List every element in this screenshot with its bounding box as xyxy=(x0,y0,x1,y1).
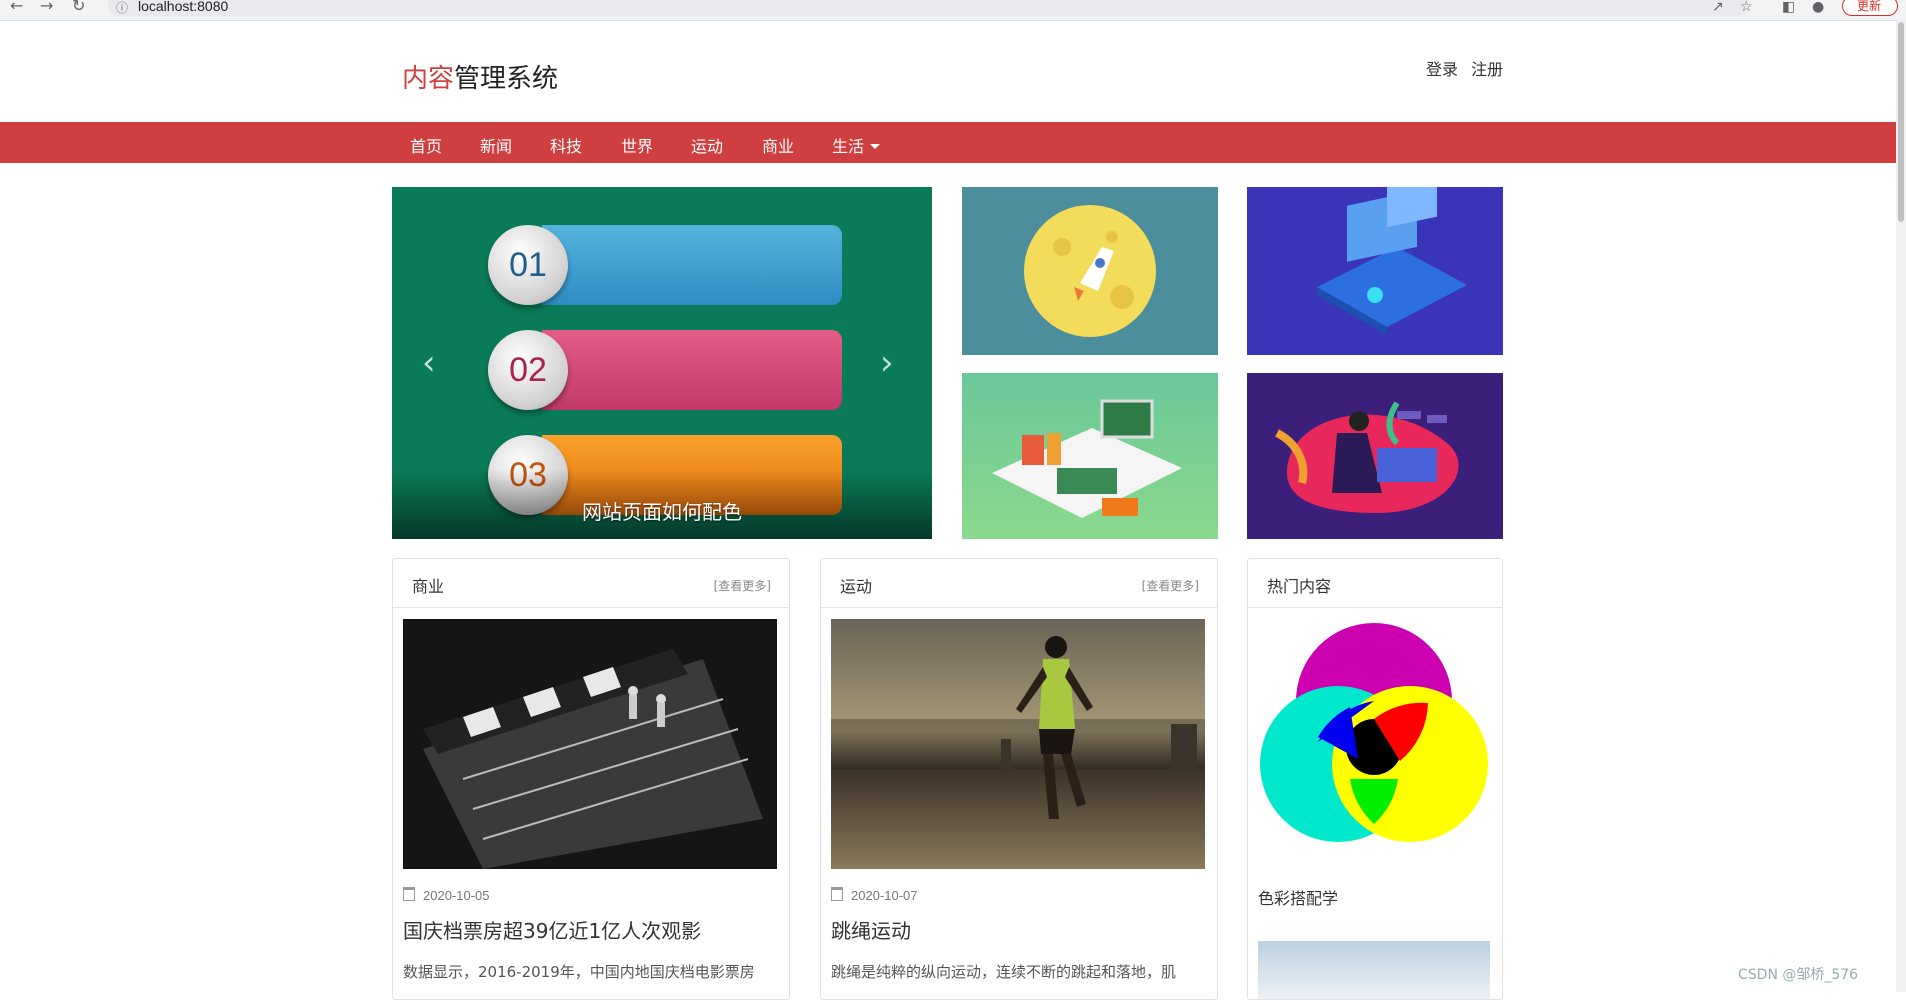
step-number: 02 xyxy=(488,330,568,410)
chevron-left-icon[interactable]: ‹ xyxy=(422,343,436,383)
bookmark-star-icon[interactable]: ☆ xyxy=(1740,0,1753,15)
thumb-person-laptop[interactable] xyxy=(1247,373,1503,539)
rocket-moon-illustration xyxy=(1024,205,1156,337)
scrollbar-thumb[interactable] xyxy=(1898,22,1904,222)
nav-tech[interactable]: 科技 xyxy=(550,133,582,157)
article-image-jump-rope[interactable] xyxy=(831,619,1205,869)
view-more-link[interactable]: [查看更多] xyxy=(714,577,771,594)
side-panel-icon[interactable]: ◧ xyxy=(1782,0,1795,15)
login-link[interactable]: 登录 xyxy=(1426,60,1458,79)
auth-links: 登录 注册 xyxy=(1426,56,1511,80)
chevron-right-icon[interactable]: › xyxy=(880,343,894,383)
date-text: 2020-10-07 xyxy=(851,888,918,903)
nav-world[interactable]: 世界 xyxy=(621,133,653,157)
hot-content-card: 热门内容 色彩搭配学 xyxy=(1247,558,1503,1000)
profile-icon[interactable]: ● xyxy=(1812,0,1824,15)
nav-life-dropdown[interactable]: 生活 xyxy=(832,133,881,157)
nav-sports[interactable]: 运动 xyxy=(691,133,723,157)
card-header: 商业 [查看更多] xyxy=(393,559,789,608)
thumb-classroom[interactable] xyxy=(962,373,1218,539)
article-title[interactable]: 国庆档票房超39亿近1亿人次观影 xyxy=(403,915,701,944)
logo-dark-text: 管理系统 xyxy=(454,64,559,94)
card-header: 热门内容 xyxy=(1248,559,1502,608)
person-laptop-illustration xyxy=(1275,401,1459,513)
thumb-web-api[interactable] xyxy=(1247,187,1503,355)
register-link[interactable]: 注册 xyxy=(1471,60,1503,79)
article-title[interactable]: 跳绳运动 xyxy=(831,915,911,944)
caret-down-icon xyxy=(870,144,881,149)
update-button[interactable]: 更新 xyxy=(1842,0,1898,16)
calendar-icon xyxy=(403,887,415,901)
address-bar[interactable]: ⓘ localhost:8080 xyxy=(108,0,1748,16)
watermark: CSDN @邹桥_576 xyxy=(1738,967,1859,983)
step-number: 01 xyxy=(488,225,568,305)
article-date: 2020-10-07 xyxy=(831,887,918,903)
web-api-illustration xyxy=(1317,187,1467,335)
site-info-icon[interactable]: ⓘ xyxy=(116,0,128,16)
section-title: 热门内容 xyxy=(1267,577,1332,596)
color-wheel-image[interactable] xyxy=(1258,619,1490,869)
nav-business[interactable]: 商业 xyxy=(762,133,794,157)
date-text: 2020-10-05 xyxy=(423,888,490,903)
page-scrollbar[interactable] xyxy=(1896,20,1906,992)
site-logo[interactable]: 内容管理系统 xyxy=(402,58,558,95)
hero-carousel[interactable]: 01 02 03 ‹ › 网站页面如何配色 xyxy=(392,187,932,539)
calendar-icon xyxy=(831,887,843,901)
forward-icon[interactable]: → xyxy=(40,0,53,14)
card-header: 运动 [查看更多] xyxy=(821,559,1217,608)
reload-icon[interactable]: ↻ xyxy=(72,0,85,14)
hot-item-title[interactable]: 色彩搭配学 xyxy=(1258,885,1338,909)
ribbon-blue xyxy=(542,225,842,305)
article-summary: 跳绳是纯粹的纵向运动，连续不断的跳起和落地，肌 xyxy=(831,963,1177,981)
thumb-rocket-moon[interactable] xyxy=(962,187,1218,355)
section-title: 运动 xyxy=(840,577,873,596)
section-card-sports: 运动 [查看更多] 2020-10-07 跳绳运动 跳绳是纯粹的纵向运动，连续不… xyxy=(820,558,1218,1000)
nav-life-label: 生活 xyxy=(832,137,865,156)
browser-toolbar: ← → ↻ ⓘ localhost:8080 ↗ ☆ ◧ ● 更新 xyxy=(0,0,1906,21)
section-title: 商业 xyxy=(412,577,445,596)
article-summary: 数据显示，2016-2019年，中国内地国庆档电影票房 xyxy=(403,963,755,981)
hot-item-image[interactable] xyxy=(1258,941,1490,999)
carousel-caption[interactable]: 网站页面如何配色 xyxy=(392,496,932,525)
view-more-link[interactable]: [查看更多] xyxy=(1142,577,1199,594)
nav-news[interactable]: 新闻 xyxy=(480,133,512,157)
logo-red-text: 内容 xyxy=(402,64,455,94)
article-date: 2020-10-05 xyxy=(403,887,490,903)
back-icon[interactable]: ← xyxy=(10,0,23,14)
clapperboard-illustration xyxy=(403,619,777,869)
runner-silhouette-illustration xyxy=(831,636,1205,819)
nav-home[interactable]: 首页 xyxy=(410,133,442,157)
share-icon[interactable]: ↗ xyxy=(1712,0,1724,15)
section-card-business: 商业 [查看更多] 2020-10-05 国庆档票房超39亿近1亿人次观影 数据… xyxy=(392,558,790,1000)
classroom-illustration xyxy=(992,399,1182,518)
ribbon-pink xyxy=(542,330,842,410)
article-image-clapperboard[interactable] xyxy=(403,619,777,869)
address-text: localhost:8080 xyxy=(138,0,229,14)
main-nav: 首页 新闻 科技 世界 运动 商业 生活 xyxy=(0,122,1896,163)
